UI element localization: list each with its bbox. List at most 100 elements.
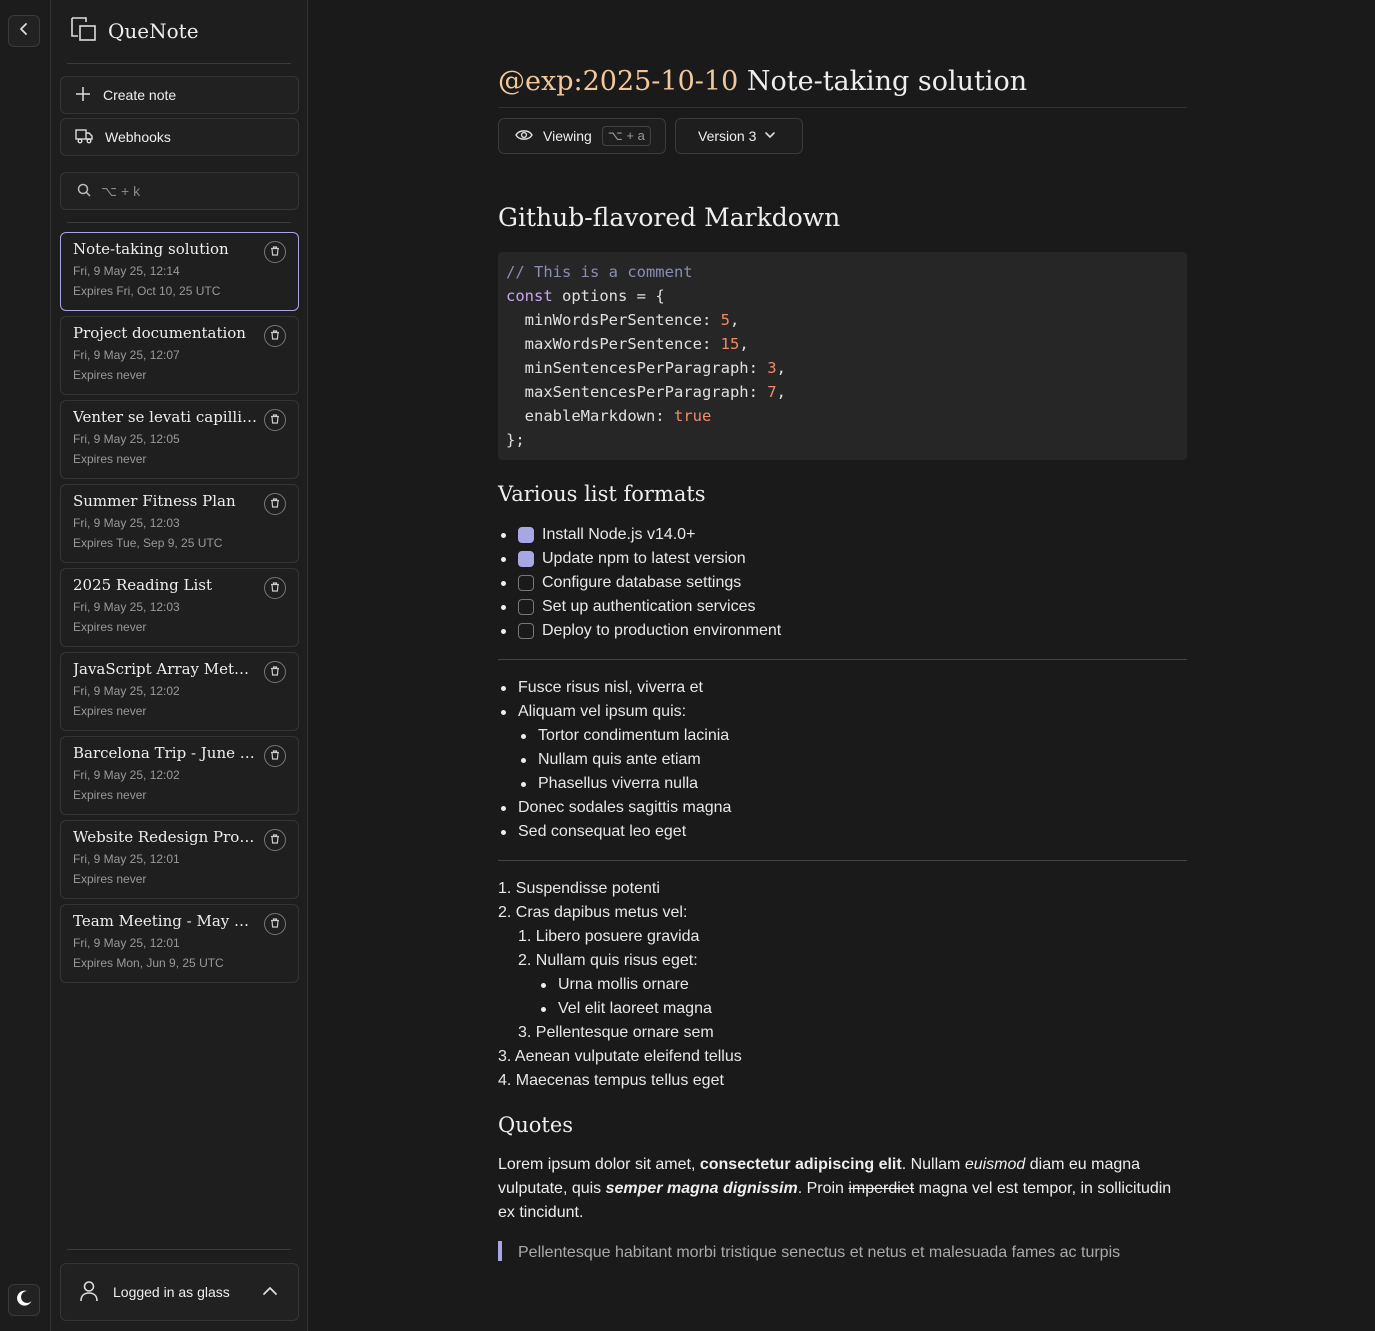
delete-note-button[interactable] bbox=[264, 577, 286, 599]
blockquote: Pellentesque habitant morbi tristique se… bbox=[498, 1241, 1187, 1261]
moon-icon bbox=[14, 1288, 34, 1313]
list-item: 3. Pellentesque ornare sem bbox=[518, 1024, 714, 1041]
create-note-button[interactable]: Create note bbox=[60, 76, 299, 114]
task-item: Install Node.js v14.0+ bbox=[498, 523, 1187, 547]
italic-text: euismod bbox=[964, 1156, 1026, 1173]
note-expiry: Expires Mon, Jun 9, 25 UTC bbox=[73, 956, 224, 970]
trash-icon bbox=[270, 243, 280, 261]
note-expiry: Expires never bbox=[73, 452, 147, 466]
theme-toggle-button[interactable] bbox=[8, 1284, 40, 1316]
version-label: Version 3 bbox=[698, 128, 757, 144]
heading-markdown: Github-flavored Markdown bbox=[498, 203, 841, 232]
note-date: Fri, 9 May 25, 12:02 bbox=[73, 684, 180, 698]
horizontal-rule bbox=[498, 860, 1187, 861]
code-value: true bbox=[673, 407, 712, 425]
delete-note-button[interactable] bbox=[264, 409, 286, 431]
note-expiry: Expires never bbox=[73, 872, 147, 886]
code-key: maxWordsPerSentence: bbox=[506, 335, 721, 353]
note-item[interactable]: JavaScript Array Methods Fri, 9 May 25, … bbox=[60, 652, 299, 731]
delete-note-button[interactable] bbox=[264, 745, 286, 767]
list-item: 2. Cras dapibus metus vel: bbox=[498, 904, 688, 921]
delete-note-button[interactable] bbox=[264, 493, 286, 515]
user-label: Logged in as glass bbox=[113, 1284, 230, 1300]
note-date: Fri, 9 May 25, 12:02 bbox=[73, 768, 180, 782]
plus-icon bbox=[75, 86, 91, 105]
code-key: maxSentencesPerParagraph: bbox=[506, 383, 768, 401]
heading-lists: Various list formats bbox=[498, 482, 706, 506]
strikethrough-text: imperdiet bbox=[848, 1180, 915, 1197]
delete-note-button[interactable] bbox=[264, 661, 286, 683]
note-item[interactable]: Website Redesign Project Fri, 9 May 25, … bbox=[60, 820, 299, 899]
note-item[interactable]: Summer Fitness Plan Fri, 9 May 25, 12:03… bbox=[60, 484, 299, 563]
code-decl: options = { bbox=[552, 287, 665, 305]
task-label: Configure database settings bbox=[542, 574, 742, 591]
text-run: Lorem ipsum dolor sit amet, bbox=[498, 1156, 700, 1173]
task-label: Update npm to latest version bbox=[542, 550, 746, 567]
note-title: Summer Fitness Plan bbox=[73, 492, 236, 510]
note-date: Fri, 9 May 25, 12:03 bbox=[73, 516, 180, 530]
delete-note-button[interactable] bbox=[264, 829, 286, 851]
bold-text: consectetur adipiscing elit bbox=[699, 1156, 902, 1173]
list-item: Donec sodales sagittis magna bbox=[498, 796, 1187, 820]
task-item: Update npm to latest version bbox=[498, 547, 1187, 571]
checkbox-checked[interactable] bbox=[518, 527, 534, 543]
brand[interactable]: QueNote bbox=[70, 16, 199, 46]
note-date: Fri, 9 May 25, 12:05 bbox=[73, 432, 180, 446]
note-expiry: Expires never bbox=[73, 368, 147, 382]
user-icon bbox=[79, 1280, 99, 1305]
code-punct: , bbox=[776, 383, 786, 401]
note-title: JavaScript Array Methods bbox=[73, 660, 258, 678]
list-item: 3. Aenean vulputate eleifend tellus bbox=[498, 1048, 742, 1065]
text-run: . Proin bbox=[797, 1180, 849, 1197]
delete-note-button[interactable] bbox=[264, 241, 286, 263]
code-value: 5 bbox=[720, 311, 730, 329]
checkbox[interactable] bbox=[518, 623, 534, 639]
task-item: Deploy to production environment bbox=[498, 619, 1187, 643]
chevron-left-icon bbox=[17, 22, 31, 41]
sidebar: QueNote Create note Webhooks ⌥ + k Note-… bbox=[51, 0, 308, 1331]
list-item: Fusce risus nisl, viverra et bbox=[498, 676, 1187, 700]
version-select[interactable]: Version 3 bbox=[675, 118, 803, 154]
note-item[interactable]: Barcelona Trip - June 2... Fri, 9 May 25… bbox=[60, 736, 299, 815]
bold-italic-text: semper magna dignissim bbox=[605, 1180, 798, 1197]
app-name: QueNote bbox=[108, 19, 199, 43]
code-block: // This is a comment const options = { m… bbox=[498, 252, 1187, 460]
webhooks-label: Webhooks bbox=[105, 129, 171, 145]
viewing-mode-button[interactable]: Viewing ⌥ + a bbox=[498, 118, 666, 154]
delete-note-button[interactable] bbox=[264, 913, 286, 935]
search-icon bbox=[77, 183, 91, 200]
task-label: Deploy to production environment bbox=[542, 622, 782, 639]
code-punct: , bbox=[729, 311, 740, 329]
trash-icon bbox=[270, 915, 280, 933]
note-title: Barcelona Trip - June 2... bbox=[73, 744, 258, 762]
list-item: 1. Suspendisse potenti bbox=[498, 880, 660, 897]
trash-icon bbox=[270, 411, 280, 429]
list-item: 1. Libero posuere gravida bbox=[518, 928, 700, 945]
collapse-sidebar-button[interactable] bbox=[8, 15, 40, 47]
checkbox[interactable] bbox=[518, 575, 534, 591]
left-rail bbox=[0, 0, 51, 1331]
task-label: Set up authentication services bbox=[542, 598, 756, 615]
note-item[interactable]: Note-taking solution Fri, 9 May 25, 12:1… bbox=[60, 232, 299, 311]
note-item[interactable]: Project documentation Fri, 9 May 25, 12:… bbox=[60, 316, 299, 395]
note-expiry: Expires never bbox=[73, 788, 147, 802]
list-item: Aliquam vel ipsum quis: Tortor condiment… bbox=[498, 700, 1187, 796]
checkbox[interactable] bbox=[518, 599, 534, 615]
trash-icon bbox=[270, 747, 280, 765]
list-item: Phasellus viverra nulla bbox=[518, 772, 1187, 796]
note-date: Fri, 9 May 25, 12:01 bbox=[73, 936, 180, 950]
list-item: Vel elit laoreet magna bbox=[538, 997, 1187, 1021]
delete-note-button[interactable] bbox=[264, 325, 286, 347]
user-menu-button[interactable]: Logged in as glass bbox=[60, 1263, 299, 1321]
note-item[interactable]: 2025 Reading List Fri, 9 May 25, 12:03 E… bbox=[60, 568, 299, 647]
webhooks-button[interactable]: Webhooks bbox=[60, 118, 299, 156]
list-item: Sed consequat leo eget bbox=[498, 820, 1187, 844]
bullet-list: Fusce risus nisl, viverra et Aliquam vel… bbox=[498, 676, 1187, 844]
checkbox-checked[interactable] bbox=[518, 551, 534, 567]
note-item[interactable]: Venter se levati capillis ... Fri, 9 May… bbox=[60, 400, 299, 479]
search-input[interactable]: ⌥ + k bbox=[60, 172, 299, 210]
list-item-text: Aliquam vel ipsum quis: bbox=[518, 703, 687, 720]
note-item[interactable]: Team Meeting - May 6, ... Fri, 9 May 25,… bbox=[60, 904, 299, 983]
task-item: Configure database settings bbox=[498, 571, 1187, 595]
viewing-label: Viewing bbox=[543, 128, 592, 144]
